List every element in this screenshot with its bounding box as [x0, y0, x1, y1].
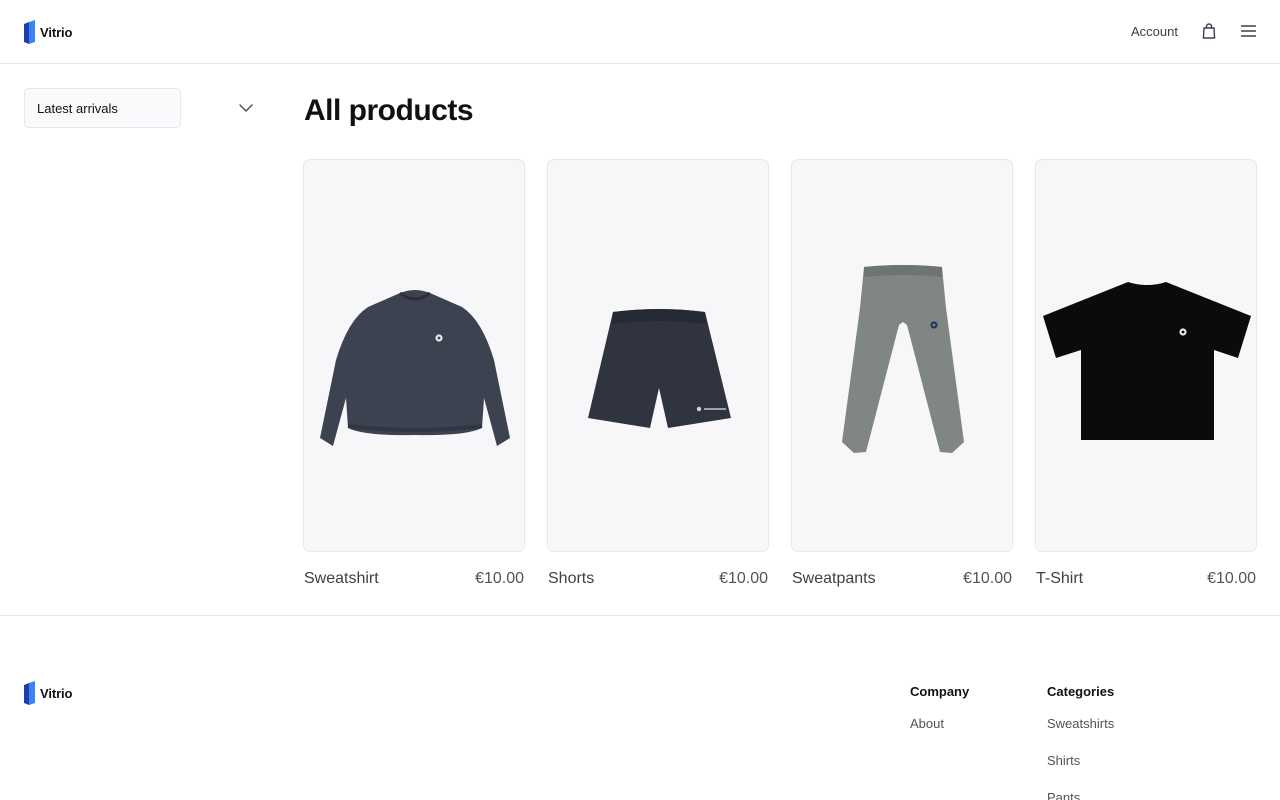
tshirt-image[interactable]	[1035, 159, 1257, 552]
footer-company-title: Company	[910, 684, 970, 699]
hamburger-menu-icon	[1240, 25, 1256, 37]
vitrio-logo-icon	[24, 20, 35, 44]
footer-company-column: Company About	[910, 684, 969, 735]
product-price: €10.00	[475, 570, 524, 587]
account-link[interactable]: Account	[1131, 24, 1178, 39]
product-price: €10.00	[963, 570, 1012, 587]
sort-select[interactable]: Latest arrivals	[24, 88, 181, 128]
chevron-down-icon[interactable]	[238, 101, 254, 115]
product-price: €10.00	[1207, 570, 1256, 587]
footer-brand-link[interactable]: Vitrio	[24, 681, 72, 705]
footer-categories-title: Categories	[1047, 684, 1115, 699]
menu-button[interactable]	[1239, 21, 1257, 41]
vitrio-logo-icon	[24, 681, 35, 705]
product-card-sweatshirt[interactable]: Sweatshirt €10.00	[303, 159, 525, 599]
footer-link-shirts[interactable]: Shirts	[1047, 750, 1114, 772]
sweatpants-image[interactable]	[791, 159, 1013, 552]
sweatshirt-image[interactable]	[303, 159, 525, 552]
product-name[interactable]: T-Shirt	[1036, 570, 1083, 588]
page-title: All products	[304, 94, 474, 127]
footer-brand-name: Vitrio	[40, 685, 73, 701]
product-name[interactable]: Sweatpants	[792, 570, 876, 588]
product-card-tshirt[interactable]: T-Shirt €10.00	[1035, 159, 1257, 599]
product-price: €10.00	[719, 570, 768, 587]
shopping-bag-icon	[1202, 23, 1216, 39]
footer-categories-column: Categories Sweatshirts Shirts Pants	[1047, 684, 1114, 800]
product-name[interactable]: Sweatshirt	[304, 570, 379, 588]
footer-link-pants[interactable]: Pants	[1047, 787, 1114, 800]
product-name[interactable]: Shorts	[548, 570, 594, 588]
footer-link-about[interactable]: About	[910, 713, 969, 735]
cart-button[interactable]	[1200, 21, 1218, 41]
site-header: Vitrio Account	[0, 0, 1280, 64]
footer-link-sweatshirts[interactable]: Sweatshirts	[1047, 713, 1114, 735]
product-card-sweatpants[interactable]: Sweatpants €10.00	[791, 159, 1013, 599]
product-card-shorts[interactable]: Shorts €10.00	[547, 159, 769, 599]
brand-home-link[interactable]: Vitrio	[24, 20, 72, 44]
brand-name: Vitrio	[40, 24, 73, 40]
shorts-image[interactable]	[547, 159, 769, 552]
product-grid: Sweatshirt €10.00 Shorts €10.00 Sweatpan…	[303, 159, 1258, 599]
site-footer: Vitrio Company About Categories Sweatshi…	[0, 615, 1280, 800]
